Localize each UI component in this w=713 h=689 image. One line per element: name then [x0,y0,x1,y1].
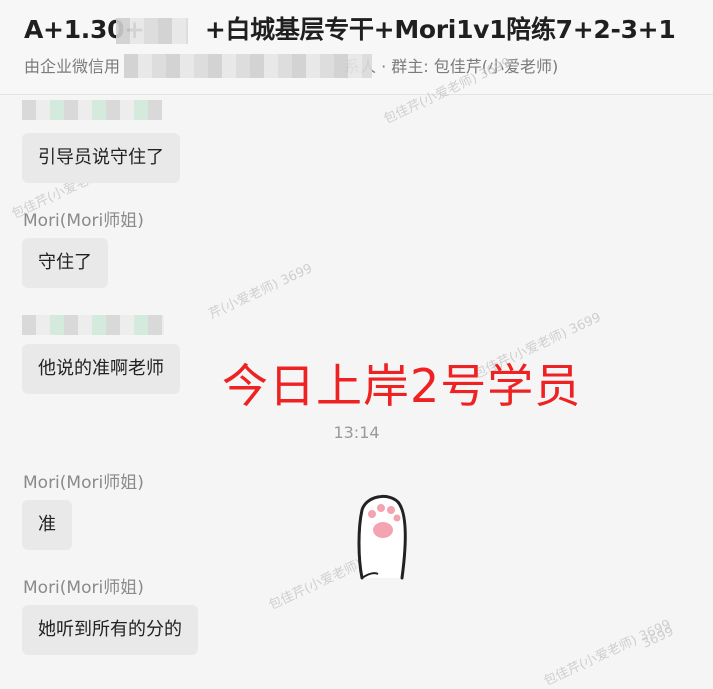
redacted-sender-name [22,315,164,335]
watermark: 芹(小爱老师) 3699 [206,261,315,323]
chat-header: A+1.30+ +白城基层专干+Mori1v1陪练7+2-3+1 由企业微信用 系人… [0,0,713,95]
chat-title-part2: +白城基层专干+Mori1v1陪练7+2-3+1 [204,15,676,44]
cat-paw-sticker-icon[interactable] [348,488,418,580]
promo-overlay-text: 今日上岸2号学员 [222,359,582,413]
message-bubble[interactable]: 准 [22,500,72,550]
watermark: 包佳芹(小爱老师) 3699 [541,617,674,689]
message-bubble[interactable]: 他说的准啊老师 [22,344,180,394]
redacted-subtitle-blur [124,54,372,78]
message-sender: Mori(Mori师姐) [23,211,144,231]
redacted-title-blur [116,18,188,44]
subtitle-suffix: 系人 · 群主: 包佳芹(小爱老师) [344,57,559,76]
message-sender: Mori(Mori师姐) [23,473,144,493]
message-bubble[interactable]: 她听到所有的分的 [22,605,198,655]
message-sender: Mori(Mori师姐) [23,578,144,598]
redacted-sender-name [22,100,162,120]
subtitle-prefix: 由企业微信用 [24,57,121,76]
message-bubble[interactable]: 守住了 [22,238,108,288]
message-bubble[interactable]: 引导员说守住了 [22,133,180,183]
message-timestamp: 13:14 [333,423,380,442]
